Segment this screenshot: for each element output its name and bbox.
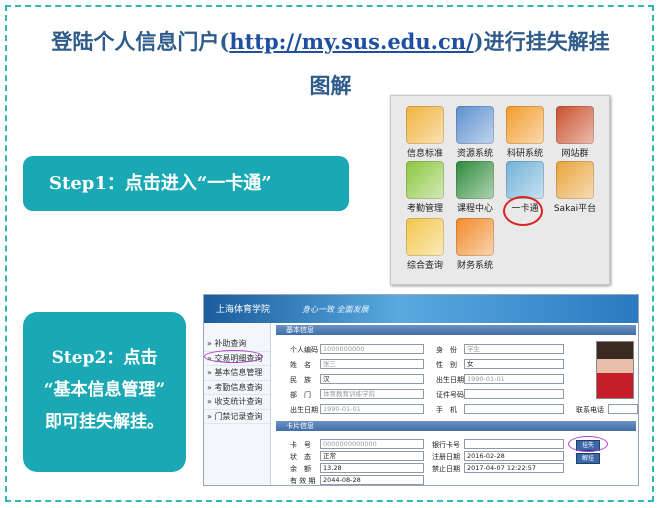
label-issue-date: 出生日期 [436,376,464,384]
document-icon [406,218,444,256]
field-balance: 13.28 [320,463,424,473]
label-bank: 银行卡号 [432,441,460,449]
label-reg-date: 注册日期 [432,453,460,461]
field-bank [464,439,564,449]
field-ban-date: 2017-04-07 12:22:57 [464,463,564,473]
title-suffix: )进行挂失解挂 [473,29,610,54]
field-name: 张三 [320,359,424,369]
step2-line3: 即可挂失解挂。 [45,412,164,432]
portal-tile-label: 信息标准 [406,149,443,159]
field-id: 1000000000 [320,344,424,354]
sidebar-item-label: 基本信息管理 [214,368,263,377]
label-gender: 性 别 [436,361,457,369]
label-cert: 证件号码 [436,391,464,399]
page-title: 登陆个人信息门户(http://my.sus.edu.cn/)进行挂失解挂 [0,26,661,56]
sidebar-item-access[interactable]: » 门禁记录查询 [204,410,270,424]
field-reg-date: 2016-02-28 [464,451,564,461]
highlight-circle-basic-info [204,350,263,363]
portal-tile-label: 课程中心 [456,204,493,214]
portal-tile-coins[interactable]: 财务系统 [451,218,499,271]
field-contact [608,404,638,414]
basic-info-header: 基本信息 [276,325,636,335]
label-balance: 余 额 [290,465,311,473]
system-banner: 上海体育学院 身心一致 全面发展 [204,295,638,323]
label-birth: 出生日期 [290,406,318,414]
card-info-header: 卡片信息 [276,421,636,431]
banner-slogan: 身心一致 全面发展 [302,305,369,314]
label-card-no: 卡 号 [290,441,311,449]
building-icon [456,106,494,144]
portal-link[interactable]: http://my.sus.edu.cn/ [229,29,473,54]
sidebar-item-label: 收支统计查询 [214,397,263,406]
sidebar-item-label: 补助查询 [214,339,247,348]
portal-tile-calendar[interactable]: 课程中心 [451,161,499,214]
pen-icon [506,106,544,144]
card-icon [506,161,544,199]
field-dept: 体育教育训练学院 [320,389,424,399]
portal-tile-pen[interactable]: 科研系统 [501,106,549,159]
label-dept: 部 门 [290,391,311,399]
field-ethnic: 汉 [320,374,424,384]
step2-line1: Step2：点击 [51,348,158,368]
portal-tile-label: 综合查询 [406,261,443,271]
portal-tile-label: Sakai平台 [553,204,597,214]
highlight-circle-loss-button [568,436,608,452]
cancel-loss-button[interactable]: 解挂 [576,453,600,464]
portal-tile-label: 网站群 [561,149,589,159]
portal-tile-book[interactable]: 网站群 [551,106,599,159]
step1-box: Step1：点击进入“一卡通” [23,156,349,211]
label-id: 个人编码 [290,346,318,354]
portal-icon-panel: 信息标准 资源系统 科研系统 网站群 考勤管理 课程中心 一卡通 Sakai平台 综合查询 财务系… [390,95,610,285]
profile-photo [596,341,634,399]
portal-tile-building[interactable]: 资源系统 [451,106,499,159]
portal-tile-label: 科研系统 [506,149,543,159]
label-ethnic: 民 族 [290,376,311,384]
field-identity: 学生 [464,344,564,354]
field-birth: 1990-01-01 [320,404,424,414]
sidebar-item-basic-info[interactable]: » 基本信息管理 [204,366,270,381]
label-name: 姓 名 [290,361,311,369]
label-status: 状 态 [290,453,311,461]
field-gender: 女 [464,359,564,369]
portal-tile-label: 资源系统 [456,149,493,159]
label-valid: 有 效 期 [290,477,316,485]
portal-tile-laptop[interactable]: Sakai平台 [551,161,599,214]
card-management-window: 上海体育学院 身心一致 全面发展 » 补助查询 » 交易明细查询 » 基本信息管… [203,294,639,486]
step2-line2: “基本信息管理” [43,380,166,400]
label-identity: 身 份 [436,346,457,354]
field-cert [464,389,564,399]
field-valid: 2044-08-28 [320,475,424,485]
step2-box: Step2：点击 “基本信息管理” 即可挂失解挂。 [23,312,186,472]
portal-tile-document[interactable]: 综合查询 [401,218,449,271]
calendar-icon [456,161,494,199]
portal-tile-user-card[interactable]: 信息标准 [401,106,449,159]
field-card-no: 0000000000000 [320,439,424,449]
label-phone: 手 机 [436,406,457,414]
sidebar: » 补助查询 » 交易明细查询 » 基本信息管理 » 考勤信息查询 » 收支统计… [204,323,271,485]
pencil-check-icon [406,161,444,199]
book-icon [556,106,594,144]
sidebar-item-attendance[interactable]: » 考勤信息查询 [204,381,270,395]
field-status: 正常 [320,451,424,461]
portal-tile-label: 考勤管理 [406,204,443,214]
sidebar-item-label: 门禁记录查询 [214,411,263,421]
label-ban-date: 禁止日期 [432,465,460,473]
field-issue-date: 1990-01-01 [464,374,564,384]
coins-icon [456,218,494,256]
highlight-circle-card [503,196,543,226]
sidebar-item-label: 考勤信息查询 [214,382,263,392]
laptop-icon [556,161,594,199]
portal-tile-label: 财务系统 [456,261,493,271]
school-logo: 上海体育学院 [216,305,271,315]
title-prefix: 登陆个人信息门户( [51,29,230,54]
field-phone [464,404,564,414]
label-contact: 联系电话 [576,406,604,414]
sidebar-item-statistics[interactable]: » 收支统计查询 [204,395,270,410]
user-card-icon [406,106,444,144]
portal-tile-pencil-check[interactable]: 考勤管理 [401,161,449,214]
